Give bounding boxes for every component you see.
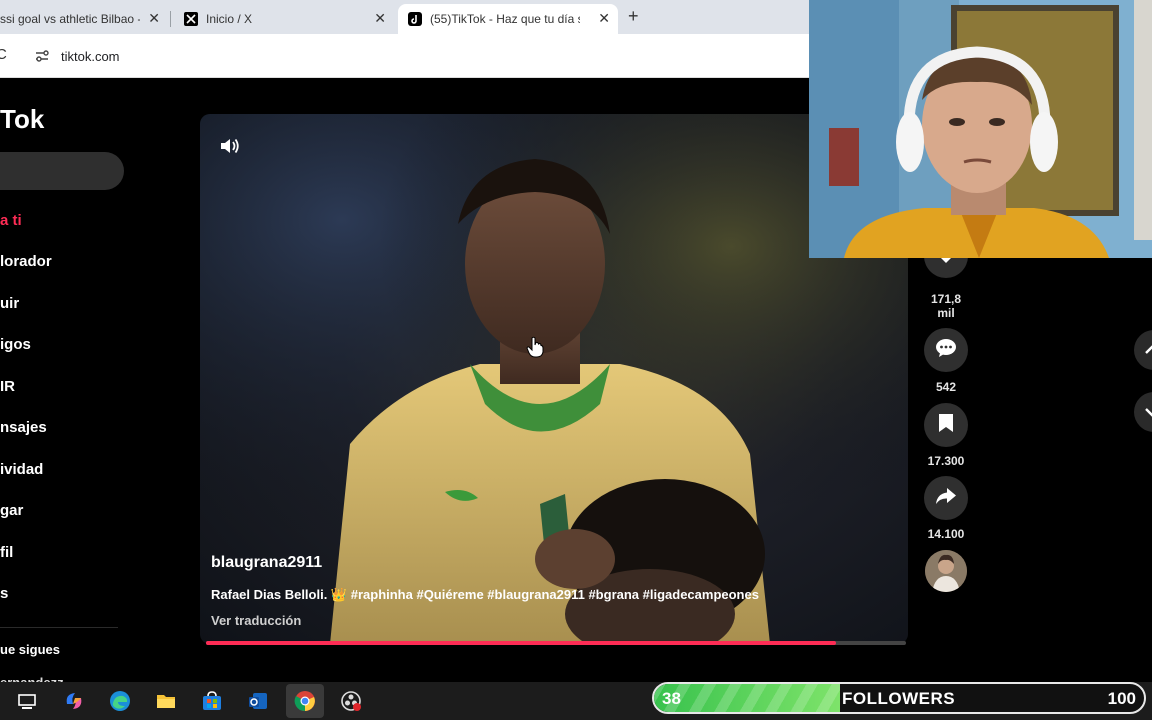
video-progress-fill	[206, 641, 836, 645]
sidebar-divider	[0, 627, 118, 628]
comment-count: 542	[935, 380, 957, 394]
creator-avatar[interactable]	[925, 550, 967, 592]
tab-x[interactable]: Inicio / X ✕	[174, 4, 394, 34]
previous-video-button[interactable]	[1134, 330, 1152, 370]
followers-current: 38	[662, 689, 681, 708]
chrome-icon[interactable]	[294, 690, 316, 712]
translate-link[interactable]: Ver traducción	[211, 613, 301, 628]
sidebar-item-upload[interactable]: gar	[0, 502, 23, 519]
hand-cursor-icon	[526, 336, 544, 358]
obs-icon[interactable]	[340, 690, 362, 712]
tab-title: (55)TikTok - Haz que tu día sea	[430, 12, 580, 26]
following-account-item[interactable]: ernandezz	[0, 675, 64, 682]
windows-taskview-icon[interactable]	[16, 690, 38, 712]
chevron-up-icon	[1134, 345, 1152, 374]
sidebar-item-messages[interactable]: nsajes	[0, 419, 47, 436]
followers-progress-stripes	[654, 684, 841, 712]
video-caption: Rafael Dias Belloli. 👑 #raphinha #Quiére…	[211, 587, 759, 602]
video-author[interactable]: blaugrana2911	[211, 554, 322, 572]
followers-goal-bar: 38 FOLLOWERS 100	[652, 682, 1146, 714]
url-field[interactable]: tiktok.com	[61, 49, 120, 64]
webcam-overlay	[809, 0, 1152, 258]
tab-separator	[170, 11, 171, 27]
sidebar-item-activity[interactable]: ividad	[0, 461, 43, 478]
edge-icon[interactable]	[109, 690, 131, 712]
comment-button[interactable]	[924, 328, 968, 372]
new-tab-button[interactable]: +	[628, 6, 639, 27]
file-explorer-icon[interactable]	[155, 690, 177, 712]
chevron-down-icon	[1134, 408, 1152, 436]
bookmark-icon	[938, 413, 954, 438]
speaker-icon[interactable]	[218, 134, 242, 158]
screen: ssi goal vs athletic Bilbao - Y ✕ Inicio…	[0, 0, 1152, 720]
x-logo-icon	[184, 12, 198, 26]
sidebar-item-explore[interactable]: lorador	[0, 253, 52, 270]
share-button[interactable]	[924, 476, 968, 520]
share-count: 14.100	[927, 527, 965, 541]
like-count: 171,8 mil	[930, 292, 962, 320]
close-tab-icon[interactable]: ✕	[374, 10, 386, 27]
tab-tiktok[interactable]: (55)TikTok - Haz que tu día sea ✕	[398, 4, 618, 34]
followers-label: FOLLOWERS	[842, 689, 956, 708]
browser-tab-strip: ssi goal vs athletic Bilbao - Y ✕ Inicio…	[0, 0, 810, 34]
store-icon[interactable]	[201, 690, 223, 712]
share-icon	[935, 487, 957, 510]
tab-title: ssi goal vs athletic Bilbao - Y	[0, 12, 140, 26]
site-info-icon[interactable]	[34, 48, 50, 64]
followers-goal: 100	[1107, 689, 1136, 708]
save-count: 17.300	[927, 454, 965, 468]
tiktok-logo[interactable]: Tok	[0, 104, 44, 135]
tab-title: Inicio / X	[206, 12, 253, 26]
save-button[interactable]	[924, 403, 968, 447]
sidebar-item-friends[interactable]: igos	[0, 336, 31, 353]
sidebar-item-profile[interactable]: fil	[0, 544, 13, 561]
sidebar-item-following[interactable]: uir	[0, 295, 19, 312]
following-accounts-heading: ue sigues	[0, 642, 60, 657]
reload-icon[interactable]: C	[0, 46, 7, 63]
sidebar-item-more[interactable]: s	[0, 585, 8, 602]
close-tab-icon[interactable]: ✕	[598, 10, 610, 27]
comment-icon	[935, 338, 957, 363]
video-progress-bar[interactable]	[206, 641, 906, 645]
tiktok-logo-icon	[408, 12, 422, 26]
tab-youtube[interactable]: ssi goal vs athletic Bilbao - Y ✕	[0, 4, 168, 34]
address-bar: C tiktok.com	[0, 34, 810, 78]
copilot-icon[interactable]	[63, 690, 85, 712]
close-tab-icon[interactable]: ✕	[148, 10, 160, 27]
sidebar-item-for-you[interactable]: a ti	[0, 212, 22, 229]
video-player[interactable]: blaugrana2911 Rafael Dias Belloli. 👑 #ra…	[200, 114, 908, 644]
outlook-icon[interactable]	[247, 690, 269, 712]
search-input[interactable]	[0, 152, 124, 190]
sidebar-item-live[interactable]: IR	[0, 378, 15, 395]
webcam-image	[809, 0, 1152, 258]
next-video-button[interactable]	[1134, 392, 1152, 432]
